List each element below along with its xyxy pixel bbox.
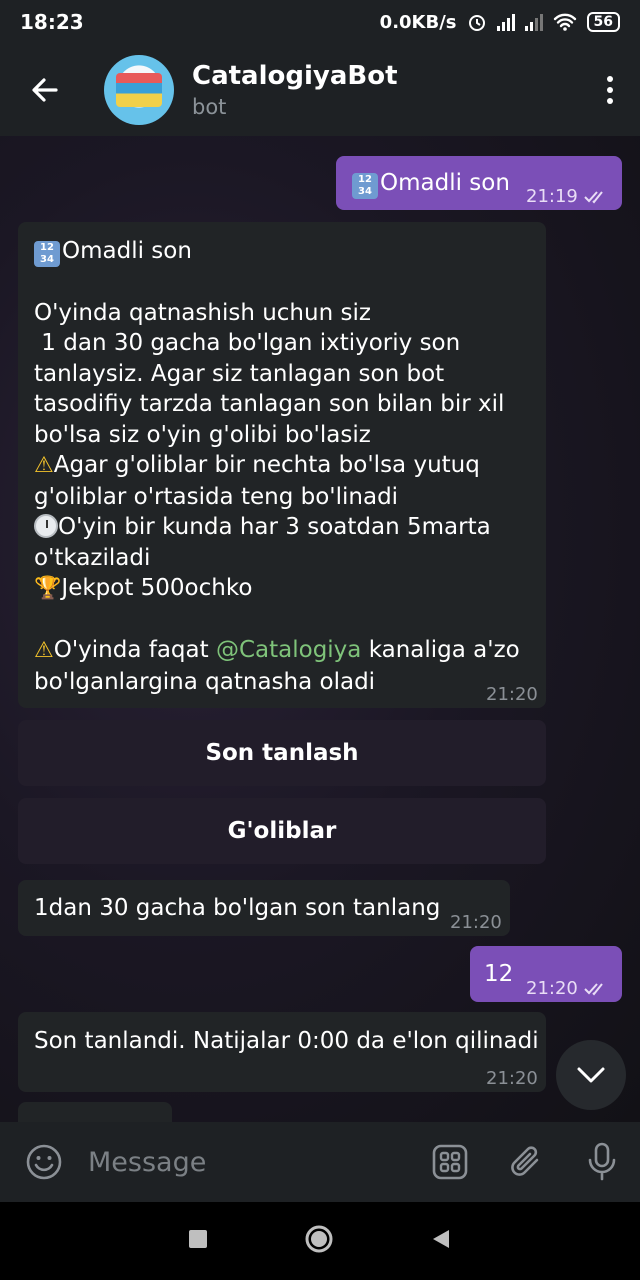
message-text: Son tanlandi. Natijalar 0:00 da e'lon qi… <box>34 1028 539 1054</box>
trophy-emoji-icon: 🏆 <box>34 576 62 601</box>
message-line: bo'lganlargina qatnasha oladi <box>34 668 376 695</box>
paperclip-icon <box>511 1146 539 1176</box>
more-dot <box>607 87 613 93</box>
nav-home-icon <box>305 1225 333 1253</box>
bot-commands-button[interactable] <box>412 1143 488 1181</box>
nav-recents-icon <box>189 1230 207 1248</box>
nav-home-button[interactable] <box>303 1223 335 1259</box>
channel-link[interactable]: @Catalogiya <box>216 637 361 663</box>
wifi-icon <box>553 13 576 31</box>
message-line: Omadli son <box>62 238 192 264</box>
more-dot <box>607 98 613 104</box>
incoming-message[interactable]: 1dan 30 gacha bo'lgan son tanlang 21:20 <box>18 880 510 936</box>
warning-emoji-icon: ⚠ <box>34 453 54 478</box>
bot-avatar[interactable] <box>104 55 174 125</box>
incoming-message[interactable]: Son tanlandi. Natijalar 0:00 da e'lon qi… <box>18 1012 546 1092</box>
status-bar: 18:23 0.0KB/s 56 <box>0 0 640 44</box>
more-options-button[interactable] <box>580 44 640 136</box>
message-text: 12 34 Omadli son <box>352 168 510 199</box>
message-line: g'oliblar o'rtasida teng bo'linadi <box>34 483 399 510</box>
message-meta: 21:19 <box>526 182 610 213</box>
message-line: Agar g'oliblar bir nechta bo'lsa yutuq <box>53 452 480 478</box>
chevron-down-icon <box>577 1067 605 1083</box>
message-meta: 21:20 <box>526 974 610 1005</box>
message-line: O'yinda qatnashish uchun siz <box>34 299 371 326</box>
son-tanlash-button[interactable]: Son tanlash <box>18 720 546 786</box>
message-time: 21:20 <box>486 1068 538 1089</box>
smile-icon <box>26 1144 62 1180</box>
read-checkmark-icon <box>584 191 603 204</box>
system-nav-bar <box>0 1202 640 1280</box>
message-line: kanaliga a'zo <box>361 637 520 663</box>
battery-icon: 56 <box>586 12 620 32</box>
chat-area[interactable]: 12 34 Omadli son 21:19 12 34 Omadli son O'yi… <box>0 136 640 1122</box>
signal-2-icon <box>524 13 543 31</box>
message-input[interactable]: Message <box>88 1147 412 1178</box>
more-vertical-icon <box>607 76 613 82</box>
message-line: tanlaysiz. Agar siz tanlagan son bot <box>34 360 445 387</box>
avatar-logo-image <box>116 73 162 107</box>
message-line: tasodifiy tarzda tanlagan son bilan bir … <box>34 391 505 417</box>
net-speed: 0.0KB/s <box>379 11 457 33</box>
chat-header: CatalogiyaBot bot <box>0 44 640 136</box>
message-time: 21:20 <box>526 978 578 999</box>
message-time: 21:20 <box>486 684 538 705</box>
emoji-button[interactable] <box>0 1143 88 1181</box>
alarm-icon <box>468 15 485 31</box>
incoming-message[interactable]: 12 34 Omadli son O'yinda qatnashish uchun … <box>18 222 546 708</box>
status-time: 18:23 <box>20 10 84 34</box>
message-text: 12 34 Omadli son O'yinda qatnashish uchun … <box>34 236 539 697</box>
nav-back-button[interactable] <box>429 1227 453 1255</box>
outgoing-message[interactable]: 12 21:20 <box>470 946 622 1002</box>
numbers-emoji-icon: 12 34 <box>34 241 60 267</box>
message-text: 1dan 30 gacha bo'lgan son tanlang <box>34 895 441 921</box>
message-input-bar: Message <box>0 1122 640 1202</box>
signal-icon <box>496 13 515 31</box>
goliblar-button[interactable]: G'oliblar <box>18 798 546 864</box>
chat-title-area[interactable]: CatalogiyaBot bot <box>192 61 580 119</box>
nav-recents-button[interactable] <box>187 1228 209 1254</box>
message-text: 12 <box>484 961 514 987</box>
message-time: 21:20 <box>450 912 502 933</box>
voice-button[interactable] <box>564 1142 640 1182</box>
message-body: Omadli son <box>380 170 510 196</box>
incoming-message-partial <box>18 1102 172 1122</box>
message-line: o'tkaziladi <box>34 544 151 571</box>
message-time: 21:19 <box>526 186 578 207</box>
clock-emoji-icon <box>34 514 58 538</box>
microphone-icon <box>588 1142 616 1181</box>
back-button[interactable] <box>0 44 90 136</box>
message-line: bo'lsa siz o'yin g'olibi bo'lasiz <box>34 421 371 448</box>
outgoing-message[interactable]: 12 34 Omadli son 21:19 <box>336 156 622 210</box>
status-icons: 0.0KB/s 56 <box>380 12 620 33</box>
message-line: 1 dan 30 gacha bo'lgan ixtiyoriy son <box>34 330 461 356</box>
numbers-emoji-icon: 12 34 <box>352 173 378 199</box>
scroll-down-button[interactable] <box>556 1040 626 1110</box>
message-line: O'yinda faqat <box>53 637 216 663</box>
message-line: Jekpot 500ochko <box>61 575 253 601</box>
attach-button[interactable] <box>488 1143 564 1181</box>
chat-title: CatalogiyaBot <box>192 61 398 91</box>
bot-commands-icon <box>432 1144 468 1180</box>
read-checkmark-icon <box>584 983 603 996</box>
nav-back-icon <box>433 1230 449 1248</box>
back-arrow-icon <box>32 78 58 102</box>
chat-subtitle: bot <box>192 95 227 119</box>
warning-emoji-icon: ⚠ <box>34 638 54 663</box>
message-line: O'yin bir kunda har 3 soatdan 5marta <box>58 514 491 540</box>
